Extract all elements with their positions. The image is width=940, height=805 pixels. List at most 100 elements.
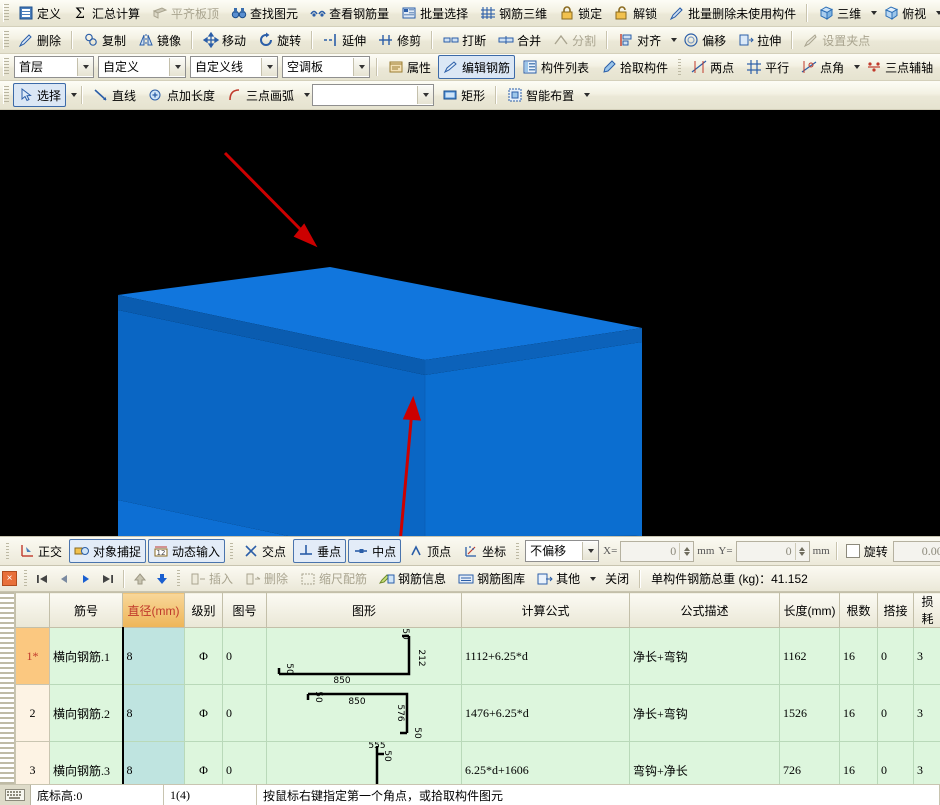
toolbar-button-move[interactable]: 移动 [198,28,251,52]
snap-button-intersection[interactable]: 交点 [238,539,291,563]
y-offset-input[interactable]: 0 [736,541,810,562]
toolbar-button-definition[interactable]: 定义 [13,1,66,25]
keyboard-icon[interactable] [0,785,31,805]
first-record-icon[interactable] [31,569,53,589]
cell-formula[interactable]: 1112+6.25*d [462,628,630,685]
toolbar-button-delete[interactable]: 删除 [13,28,66,52]
cell-shape-diagram[interactable]: 555 50 [267,742,462,784]
toolbar-button-smart-layout[interactable]: 智能布置 [502,83,579,107]
toolbar-button-summary-calc[interactable]: Σ 汇总计算 [68,1,145,25]
toolbar-button-three-point-axis[interactable]: 三点辅轴 [861,55,938,79]
table-header-shape[interactable]: 图形 [267,593,462,628]
snap-button-ortho[interactable]: 正交 [14,539,67,563]
cell-length[interactable]: 1162 [780,628,840,685]
table-header-figno[interactable]: 图号 [223,593,267,628]
toolbar-button-lock[interactable]: 锁定 [554,1,607,25]
rebar-button-scaled-rebar[interactable]: 缩尺配筋 [295,567,372,591]
cell-formula[interactable]: 1476+6.25*d [462,685,630,742]
chevron-down-icon-smart-layout[interactable] [584,93,590,97]
toolbar-grip[interactable] [3,31,9,49]
cell-grade[interactable]: Φ [185,685,223,742]
toolbar-button-properties[interactable]: 属性 [383,55,436,79]
toolbar-button-rectangle[interactable]: 矩形 [437,83,490,107]
next-record-icon[interactable] [75,569,97,589]
cell-diameter[interactable]: 8 [123,685,185,742]
toolbar-grip[interactable] [3,4,9,22]
cell-formula[interactable]: 6.25*d+1606 [462,742,630,784]
close-icon[interactable]: × [2,571,17,586]
toolbar-button-align-slab-top[interactable]: 平齐板顶 [147,1,224,25]
snap-button-object-snap[interactable]: 对象捕捉 [69,539,146,563]
table-row[interactable]: 3 横向钢筋.3 8 Φ 0 555 50 [16,742,940,784]
cell-grade[interactable]: Φ [185,742,223,784]
move-down-icon[interactable] [151,569,173,589]
prev-record-icon[interactable] [53,569,75,589]
toolbar-button-line[interactable]: 直线 [88,83,141,107]
chevron-down-icon-topview[interactable] [936,11,940,15]
toolbar-button-split[interactable]: 分割 [548,28,601,52]
cell-lap[interactable]: 0 [878,628,914,685]
toolbar-button-batch-select[interactable]: 批量选择 [396,1,473,25]
table-header-formula[interactable]: 计算公式 [462,593,630,628]
chevron-down-icon-select[interactable] [71,93,77,97]
y-offset-spinner[interactable] [795,543,809,560]
component-subtype-select[interactable]: 自定义线 [190,56,278,78]
table-header-count[interactable]: 根数 [840,593,878,628]
toolbar-button-extend[interactable]: 延伸 [318,28,371,52]
table-header-grade[interactable]: 级别 [185,593,223,628]
cell-figure-number[interactable]: 0 [223,685,267,742]
cell-count[interactable]: 16 [840,742,878,784]
cell-figure-number[interactable]: 0 [223,628,267,685]
chevron-down-icon-point-angle[interactable] [854,65,860,69]
table-header-rownum[interactable] [16,593,50,628]
component-type-select[interactable]: 自定义 [98,56,186,78]
chevron-down-icon-other[interactable] [590,577,596,581]
toolbar-button-trim[interactable]: 修剪 [373,28,426,52]
move-up-icon[interactable] [129,569,151,589]
chevron-down-icon-subtype[interactable] [261,58,277,76]
cell-diameter[interactable]: 8 [123,742,185,784]
rebar-button-close[interactable]: 关闭 [597,567,634,591]
cell-lap[interactable]: 0 [878,742,914,784]
cell-length[interactable]: 726 [780,742,840,784]
toolbar-button-unlock[interactable]: 解锁 [609,1,662,25]
toolbar-button-copy[interactable]: 复制 [78,28,131,52]
toolbar-button-mirror[interactable]: 镜像 [133,28,186,52]
table-header-desc[interactable]: 公式描述 [630,593,780,628]
table-header-lap[interactable]: 搭接 [878,593,914,628]
chevron-down-icon-3d[interactable] [871,11,877,15]
cell-count[interactable]: 16 [840,685,878,742]
toolbar-button-top-view[interactable]: 俯视 [878,1,931,25]
snap-button-coordinate[interactable]: 坐标 [458,539,511,563]
cell-loss[interactable]: 3 [914,628,940,685]
chevron-down-icon-arc[interactable] [304,93,310,97]
table-row[interactable]: 1* 横向钢筋.1 8 Φ 0 850 212 [16,628,940,685]
model-viewport-3d[interactable]: Z [0,110,940,536]
chevron-down-icon-offset-mode[interactable] [582,542,598,560]
cell-figure-number[interactable]: 0 [223,742,267,784]
toolbar-button-point-plus-length[interactable]: 点加长度 [143,83,220,107]
component-name-select[interactable]: 空调板 [282,56,370,78]
toolbar-grip[interactable] [3,86,9,104]
table-header-name[interactable]: 筋号 [50,593,123,628]
row-number[interactable]: 3 [16,742,50,784]
cell-formula-desc[interactable]: 净长+弯钩 [630,628,780,685]
toolbar-button-view-rebar-qty[interactable]: 查看钢筋量 [305,1,394,25]
cell-shape-diagram[interactable]: 850 212 50 50 [267,628,462,685]
toolbar-button-edit-rebar[interactable]: 编辑钢筋 [438,55,515,79]
cell-shape-diagram[interactable]: 850 576 50 50 [267,685,462,742]
table-header-length[interactable]: 长度(mm) [780,593,840,628]
toolbar-button-offset[interactable]: 偏移 [678,28,731,52]
snap-button-dynamic-input[interactable]: 12 动态输入 [148,539,225,563]
toolbar-button-set-grip[interactable]: 设置夹点 [798,28,875,52]
toolbar-button-select[interactable]: 选择 [13,83,66,107]
cell-loss[interactable]: 3 [914,685,940,742]
snap-button-midpoint[interactable]: 中点 [348,539,401,563]
cell-diameter[interactable]: 8 [123,628,185,685]
cell-grade[interactable]: Φ [185,628,223,685]
cell-rebar-name[interactable]: 横向钢筋.2 [50,685,123,742]
cell-loss[interactable]: 3 [914,742,940,784]
toolbar-button-two-point-axis[interactable]: 两点 [686,55,739,79]
snapbar-grip[interactable] [6,543,9,560]
cell-rebar-name[interactable]: 横向钢筋.3 [50,742,123,784]
